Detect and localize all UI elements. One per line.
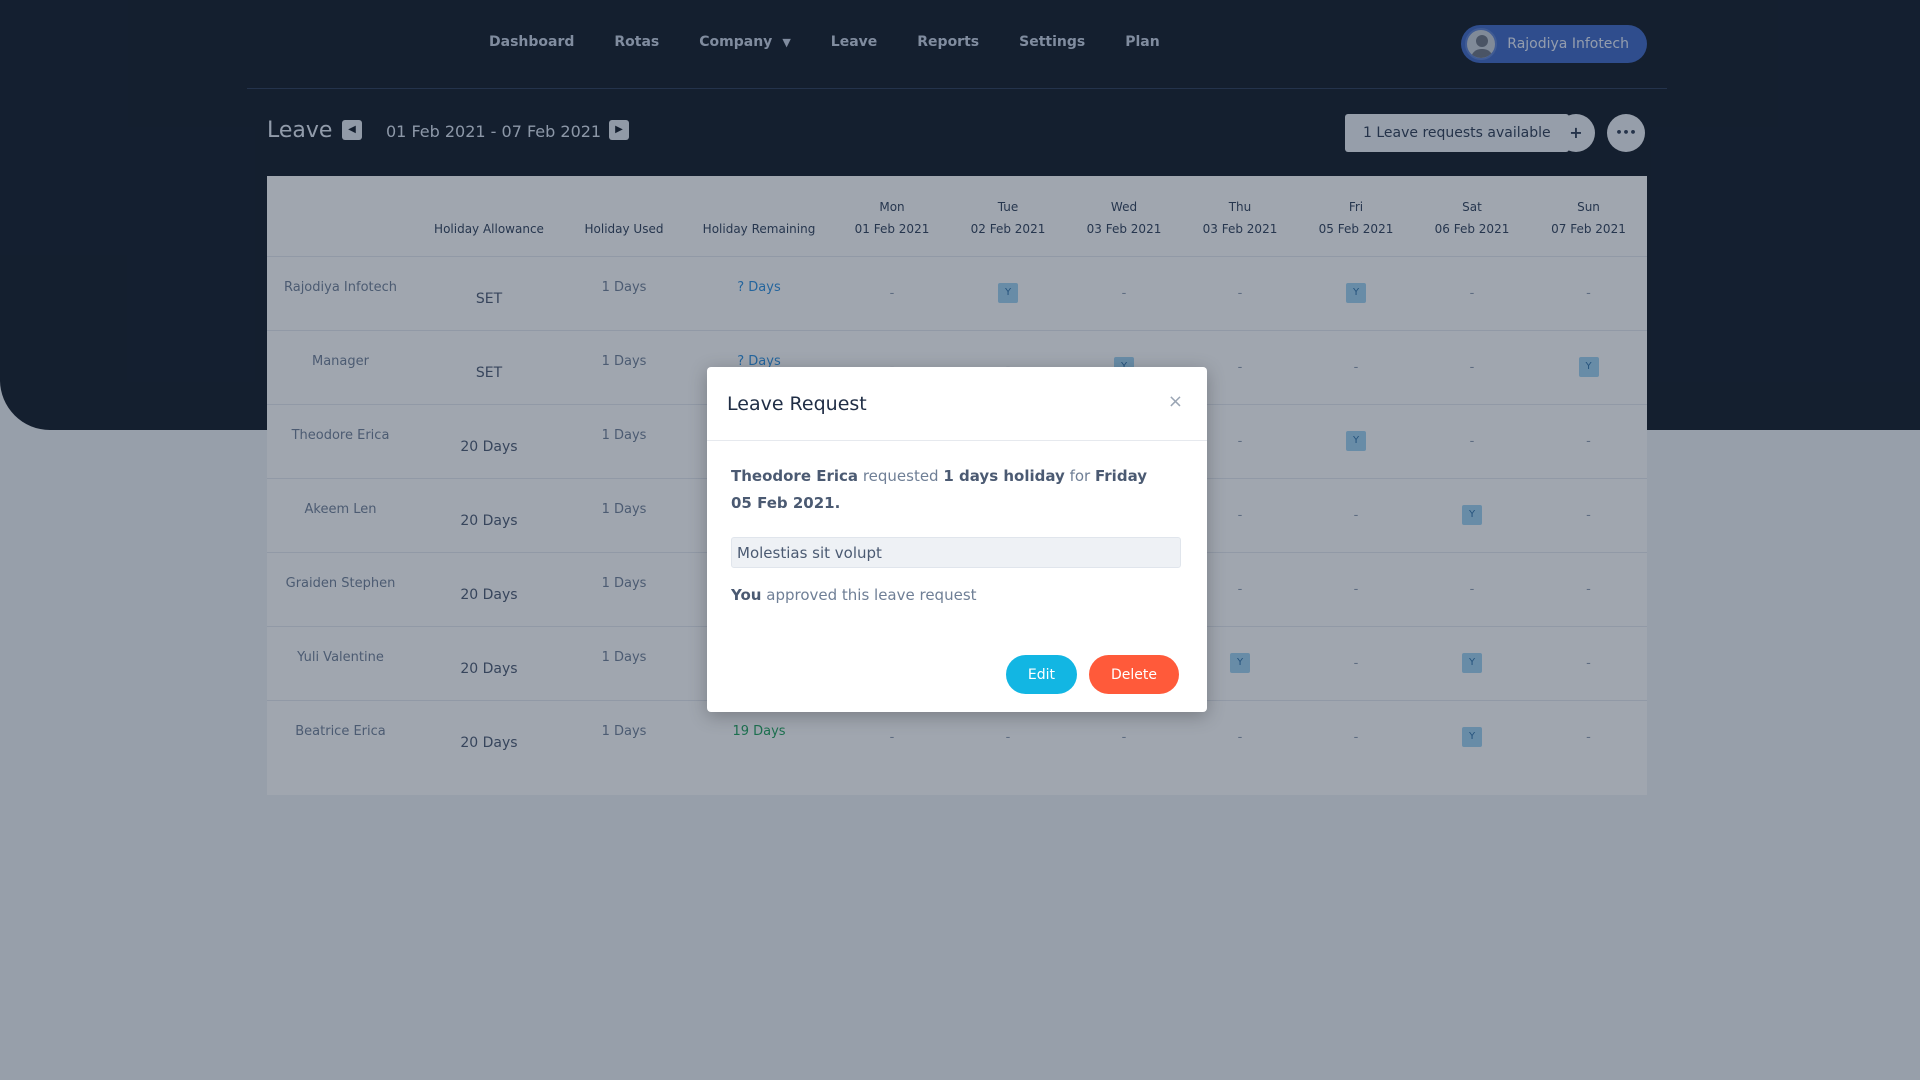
request-summary: Theodore Erica requested 1 days holiday …: [731, 463, 1171, 517]
modal-body: Theodore Erica requested 1 days holiday …: [707, 441, 1207, 694]
employee-name: Theodore Erica: [731, 467, 859, 485]
leave-amount: 1 days holiday: [943, 467, 1065, 485]
for-text: for: [1069, 467, 1091, 485]
approver-name: You: [731, 586, 762, 604]
approval-status: You approved this leave request: [731, 586, 1183, 604]
leave-request-modal: Leave Request × Theodore Erica requested…: [707, 367, 1207, 712]
modal-actions: Edit Delete: [994, 655, 1179, 694]
approval-text: approved this leave request: [766, 586, 977, 604]
close-icon[interactable]: ×: [1168, 391, 1183, 412]
modal-header: Leave Request ×: [707, 367, 1207, 441]
edit-button[interactable]: Edit: [1005, 655, 1077, 694]
leave-note-field[interactable]: [731, 537, 1181, 568]
modal-title: Leave Request: [727, 393, 867, 415]
requested-text: requested: [862, 467, 939, 485]
delete-button[interactable]: Delete: [1089, 655, 1179, 694]
